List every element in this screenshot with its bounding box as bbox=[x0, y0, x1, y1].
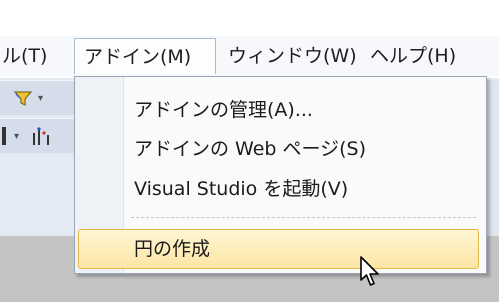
menu-window[interactable]: ウィンドウ(W) bbox=[228, 36, 357, 76]
menu-help[interactable]: ヘルプ(H) bbox=[370, 36, 456, 76]
menu-bar: ル(T) アドイン(M) ウィンドウ(W) ヘルプ(H) bbox=[0, 36, 499, 76]
chart-icon[interactable] bbox=[32, 127, 52, 148]
dropdown-arrow-icon[interactable]: ▾ bbox=[14, 131, 19, 142]
menu-addins[interactable]: アドイン(M) bbox=[74, 38, 216, 74]
menu-item-addin-web-page[interactable]: アドインの Web ページ(S) bbox=[134, 130, 366, 168]
filter-icon[interactable] bbox=[13, 90, 33, 109]
menu-tools[interactable]: ル(T) bbox=[2, 36, 47, 76]
separator-icon bbox=[2, 127, 6, 145]
menu-item-manage-addins[interactable]: アドインの管理(A)... bbox=[134, 91, 313, 129]
dropdown-arrow-icon[interactable]: ▾ bbox=[38, 93, 43, 104]
mouse-pointer-icon bbox=[359, 255, 383, 293]
addin-dropdown-menu: アドインの管理(A)... アドインの Web ページ(S) Visual St… bbox=[74, 76, 487, 274]
menu-item-create-circle[interactable]: 円の作成 bbox=[134, 230, 210, 268]
menu-separator bbox=[131, 217, 476, 218]
menu-item-launch-visual-studio[interactable]: Visual Studio を起動(V) bbox=[134, 170, 348, 208]
